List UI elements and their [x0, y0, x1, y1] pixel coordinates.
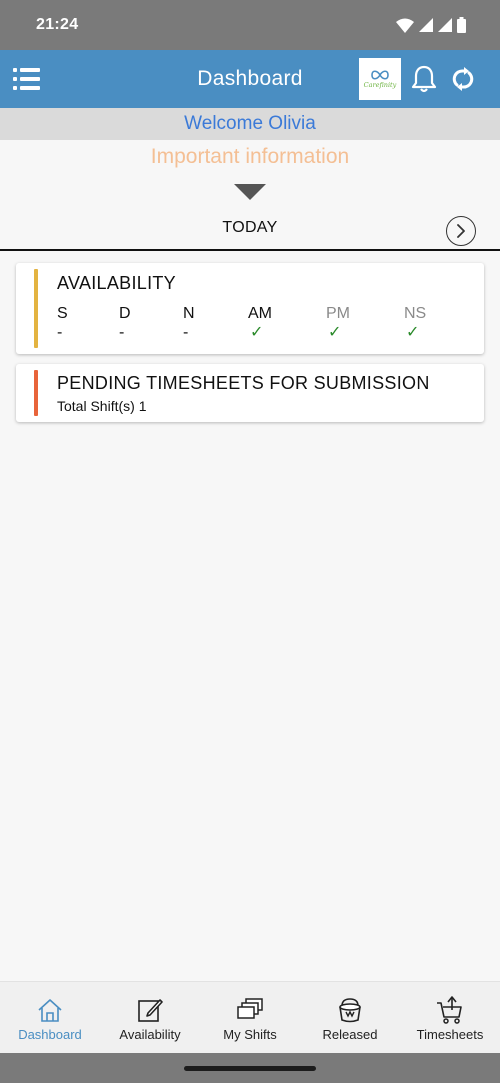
availability-label: NS	[404, 305, 427, 322]
gesture-bar	[0, 1053, 500, 1083]
bucket-icon	[339, 998, 361, 1023]
signal-icon	[419, 18, 433, 32]
nav-availability-icon-wrap	[136, 995, 164, 1025]
availability-accent-bar	[34, 269, 38, 348]
nav-dashboard-icon-wrap	[36, 995, 64, 1025]
bell-icon	[411, 65, 437, 93]
signal-icon-2	[438, 18, 452, 32]
availability-column-ns: NS ✓	[404, 304, 444, 344]
chevron-right-icon	[457, 224, 465, 238]
availability-label: PM	[326, 305, 350, 322]
status-bar: 21:24	[0, 0, 500, 50]
nav-my-shifts-icon-wrap	[235, 995, 265, 1025]
nav-availability[interactable]: Availability	[100, 982, 200, 1053]
nav-label: My Shifts	[223, 1027, 277, 1042]
expand-triangle-icon[interactable]	[234, 184, 266, 200]
nav-timesheets-icon-wrap	[435, 995, 465, 1025]
nav-dashboard[interactable]: Dashboard	[0, 982, 100, 1053]
check-icon: ✓	[406, 324, 420, 341]
sync-button[interactable]	[449, 65, 477, 93]
availability-title: AVAILABILITY	[57, 273, 176, 293]
availability-column-am: AM ✓	[248, 304, 288, 344]
availability-label: D	[119, 305, 131, 322]
availability-value: -	[119, 324, 125, 341]
dashboard-screen: 21:24 Dashboard Carefinity Welcome Olivi…	[0, 0, 500, 1083]
status-icons	[396, 17, 466, 33]
home-icon	[38, 999, 62, 1022]
gesture-handle[interactable]	[184, 1066, 316, 1071]
availability-column-pm: PM ✓	[326, 304, 366, 344]
app-header: Dashboard Carefinity	[0, 50, 500, 108]
nav-label: Timesheets	[416, 1027, 484, 1042]
next-day-button[interactable]	[446, 216, 476, 246]
nav-my-shifts[interactable]: My Shifts	[200, 982, 300, 1053]
logo-text: Carefinity	[363, 80, 397, 89]
pending-total-shifts: Total Shift(s) 1	[57, 398, 147, 414]
date-label: TODAY	[222, 219, 278, 236]
availability-column-s: S -	[57, 304, 97, 344]
availability-label: N	[183, 305, 195, 322]
stack-icon	[237, 998, 263, 1019]
availability-card[interactable]: AVAILABILITY S - D - N - AM ✓ PM ✓ NS ✓	[16, 263, 484, 354]
availability-grid: S - D - N - AM ✓ PM ✓ NS ✓	[57, 304, 467, 344]
carefinity-logo: Carefinity	[359, 58, 401, 100]
availability-value: -	[57, 324, 63, 341]
nav-timesheets[interactable]: Timesheets	[400, 982, 500, 1053]
pending-title: PENDING TIMESHEETS FOR SUBMISSION	[57, 373, 430, 393]
availability-value: -	[183, 324, 189, 341]
edit-icon	[138, 999, 163, 1022]
nav-released[interactable]: Released	[300, 982, 400, 1053]
pending-timesheets-card[interactable]: PENDING TIMESHEETS FOR SUBMISSION Total …	[16, 364, 484, 422]
availability-label: S	[57, 305, 68, 322]
status-time: 21:24	[36, 16, 79, 33]
availability-column-d: D -	[119, 304, 159, 344]
infinity-logo-icon	[371, 69, 389, 80]
availability-label: AM	[248, 305, 272, 322]
bottom-nav: Dashboard Availability My Shifts Release…	[0, 981, 500, 1053]
notifications-button[interactable]	[410, 64, 438, 94]
nav-released-icon-wrap	[336, 995, 364, 1025]
battery-icon	[457, 17, 466, 33]
cart-icon	[437, 996, 462, 1024]
date-navigator: TODAY	[0, 210, 500, 251]
availability-column-n: N -	[183, 304, 223, 344]
nav-label: Dashboard	[18, 1027, 82, 1042]
nav-label: Released	[322, 1027, 378, 1042]
wifi-icon	[396, 18, 414, 33]
important-information-link[interactable]: Important information	[0, 142, 500, 172]
nav-label: Availability	[119, 1027, 181, 1042]
check-icon: ✓	[328, 324, 342, 341]
welcome-banner: Welcome Olivia	[0, 108, 500, 140]
check-icon: ✓	[250, 324, 264, 341]
pending-accent-bar	[34, 370, 38, 416]
sync-icon	[452, 67, 474, 91]
